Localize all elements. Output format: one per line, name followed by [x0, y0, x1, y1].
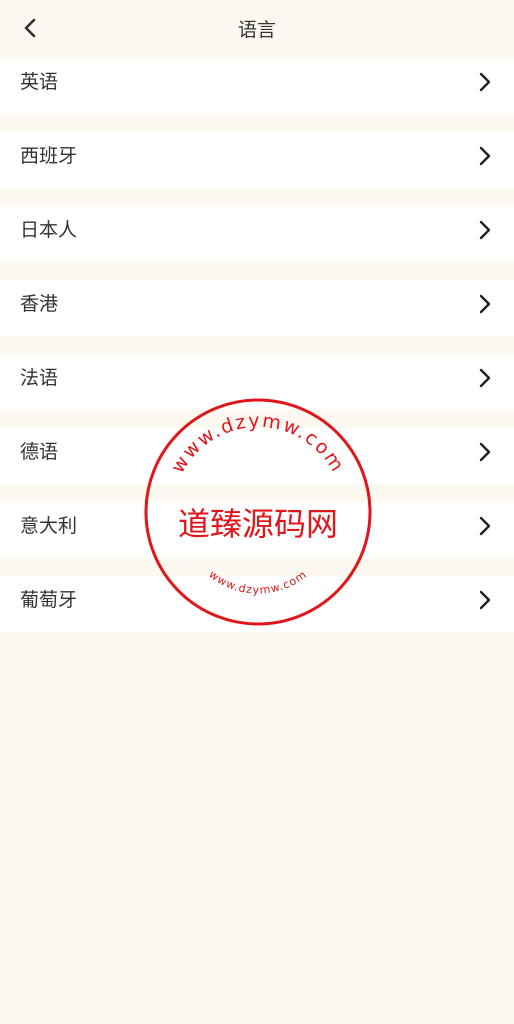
language-label: 德语 [20, 441, 59, 463]
language-item-portuguese[interactable]: 葡萄牙 [0, 576, 514, 632]
chevron-right-icon [479, 146, 491, 166]
chevron-right-icon [479, 368, 491, 388]
language-item-italian[interactable]: 意大利 [0, 502, 514, 558]
language-item-english[interactable]: 英语 [0, 58, 514, 114]
chevron-right-icon [479, 72, 491, 92]
language-list: 英语 西班牙 日本人 香港 法语 德语 意大利 葡萄牙 [0, 58, 514, 650]
page-title: 语言 [237, 19, 276, 41]
language-item-spanish[interactable]: 西班牙 [0, 132, 514, 188]
chevron-right-icon [479, 516, 491, 536]
language-item-french[interactable]: 法语 [0, 354, 514, 410]
language-label: 葡萄牙 [20, 589, 78, 611]
nav-bar: 语言 [0, 0, 514, 58]
language-label: 法语 [20, 367, 59, 389]
language-item-hongkong[interactable]: 香港 [0, 280, 514, 336]
chevron-right-icon [479, 442, 491, 462]
chevron-right-icon [479, 294, 491, 314]
language-label: 香港 [20, 293, 59, 315]
chevron-right-icon [479, 590, 491, 610]
language-label: 意大利 [20, 515, 78, 537]
language-label: 西班牙 [20, 145, 78, 167]
language-item-german[interactable]: 德语 [0, 428, 514, 484]
language-label: 英语 [20, 71, 59, 93]
chevron-right-icon [479, 220, 491, 240]
language-label: 日本人 [20, 219, 78, 241]
language-item-japanese[interactable]: 日本人 [0, 206, 514, 262]
